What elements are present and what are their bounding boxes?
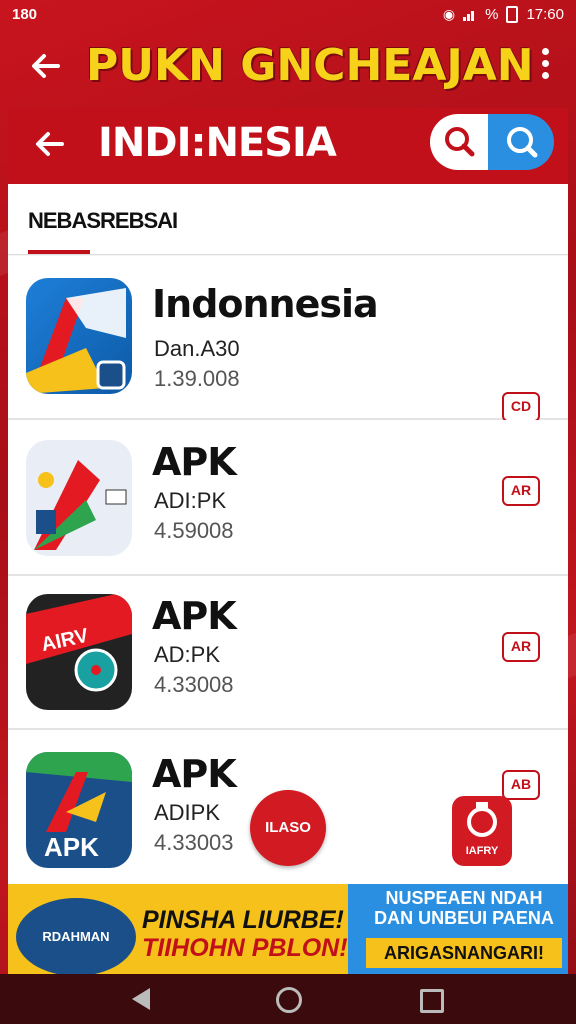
- app-downloads: 4.59008: [154, 518, 234, 543]
- search-title: INDI:NESIA: [98, 120, 337, 166]
- section-label: NEBASREBSAI: [28, 208, 178, 233]
- app-list-panel: NEBASREBSAI Indonnesia Dan.A30 1.39.008 …: [8, 184, 568, 884]
- list-item[interactable]: Indonnesia Dan.A30 1.39.008 CD: [8, 256, 568, 422]
- lens-search-icon[interactable]: [488, 114, 554, 170]
- app-icon[interactable]: [26, 440, 132, 556]
- small-app-icon[interactable]: IAFRY: [452, 796, 512, 866]
- clock: 17:60: [526, 6, 564, 23]
- app-downloads: 1.39.008: [154, 366, 240, 391]
- system-nav-bar: [0, 974, 576, 1024]
- icon-text: APK: [44, 832, 99, 862]
- wifi-icon: ◉: [442, 6, 456, 22]
- banner-right-cta: ARIGASNANGARI!: [366, 938, 562, 968]
- app-title: PUKN GNCHEAJAN: [86, 40, 534, 91]
- app-icon[interactable]: APK: [26, 752, 132, 868]
- app-bar: PUKN GNCHEAJAN: [0, 30, 576, 110]
- search-icon[interactable]: [430, 114, 488, 170]
- more-vert-icon[interactable]: [540, 48, 550, 84]
- app-icon[interactable]: AIRV: [26, 594, 132, 710]
- app-name: APK: [152, 440, 237, 484]
- app-developer: Dan.A30: [154, 336, 240, 361]
- banner-right-text: NUSPEAEN NDAH DAN UNBEUI PAENA: [374, 888, 554, 928]
- battery-icon: [506, 6, 519, 23]
- app-name: Indonnesia: [152, 282, 379, 326]
- banner-badge: RDAHMAN: [12, 894, 140, 974]
- list-item[interactable]: APK ADI:PK 4.59008 AR: [8, 420, 568, 576]
- status-left-text: 180: [12, 6, 38, 23]
- banner-headline-1: PINSHA LIURBE!: [142, 906, 344, 934]
- app-downloads: 4.33008: [154, 672, 234, 697]
- home-icon[interactable]: [276, 987, 302, 1013]
- ad-banner[interactable]: RDAHMAN PINSHA LIURBE! TIIHOHN PBLON! NU…: [8, 884, 568, 974]
- app-developer: ADIPK: [154, 800, 221, 825]
- app-name: APK: [152, 752, 237, 796]
- banner-headline-2: TIIHOHN PBLON!: [142, 934, 348, 962]
- app-developer: ADI:PK: [154, 488, 227, 513]
- section-underline: [28, 250, 90, 254]
- recent-apps-icon[interactable]: [420, 989, 444, 1013]
- app-downloads: 4.33003: [154, 830, 234, 855]
- signal-icon: [463, 9, 477, 21]
- list-item[interactable]: AIRV APK AD:PK 4.33008 AR: [8, 576, 568, 730]
- search-pill[interactable]: [430, 114, 554, 170]
- section-header: NEBASREBSAI: [8, 184, 568, 255]
- app-tag-badge: CD: [502, 392, 540, 422]
- battery-percent: %: [485, 6, 499, 23]
- search-header: INDI:NESIA: [8, 108, 568, 184]
- floating-action-button[interactable]: ILASO: [250, 790, 326, 866]
- arrow-left-icon[interactable]: [26, 46, 66, 86]
- app-icon[interactable]: [26, 278, 132, 394]
- app-name: APK: [152, 594, 237, 638]
- app-tag-badge: AR: [502, 632, 540, 662]
- arrow-left-icon[interactable]: [30, 124, 70, 173]
- small-app-label: IAFRY: [465, 845, 499, 857]
- app-tag-badge: AR: [502, 476, 540, 506]
- status-bar: 180 ◉ % 17:60: [0, 0, 576, 30]
- back-icon[interactable]: [132, 988, 150, 1010]
- app-developer: AD:PK: [154, 642, 221, 667]
